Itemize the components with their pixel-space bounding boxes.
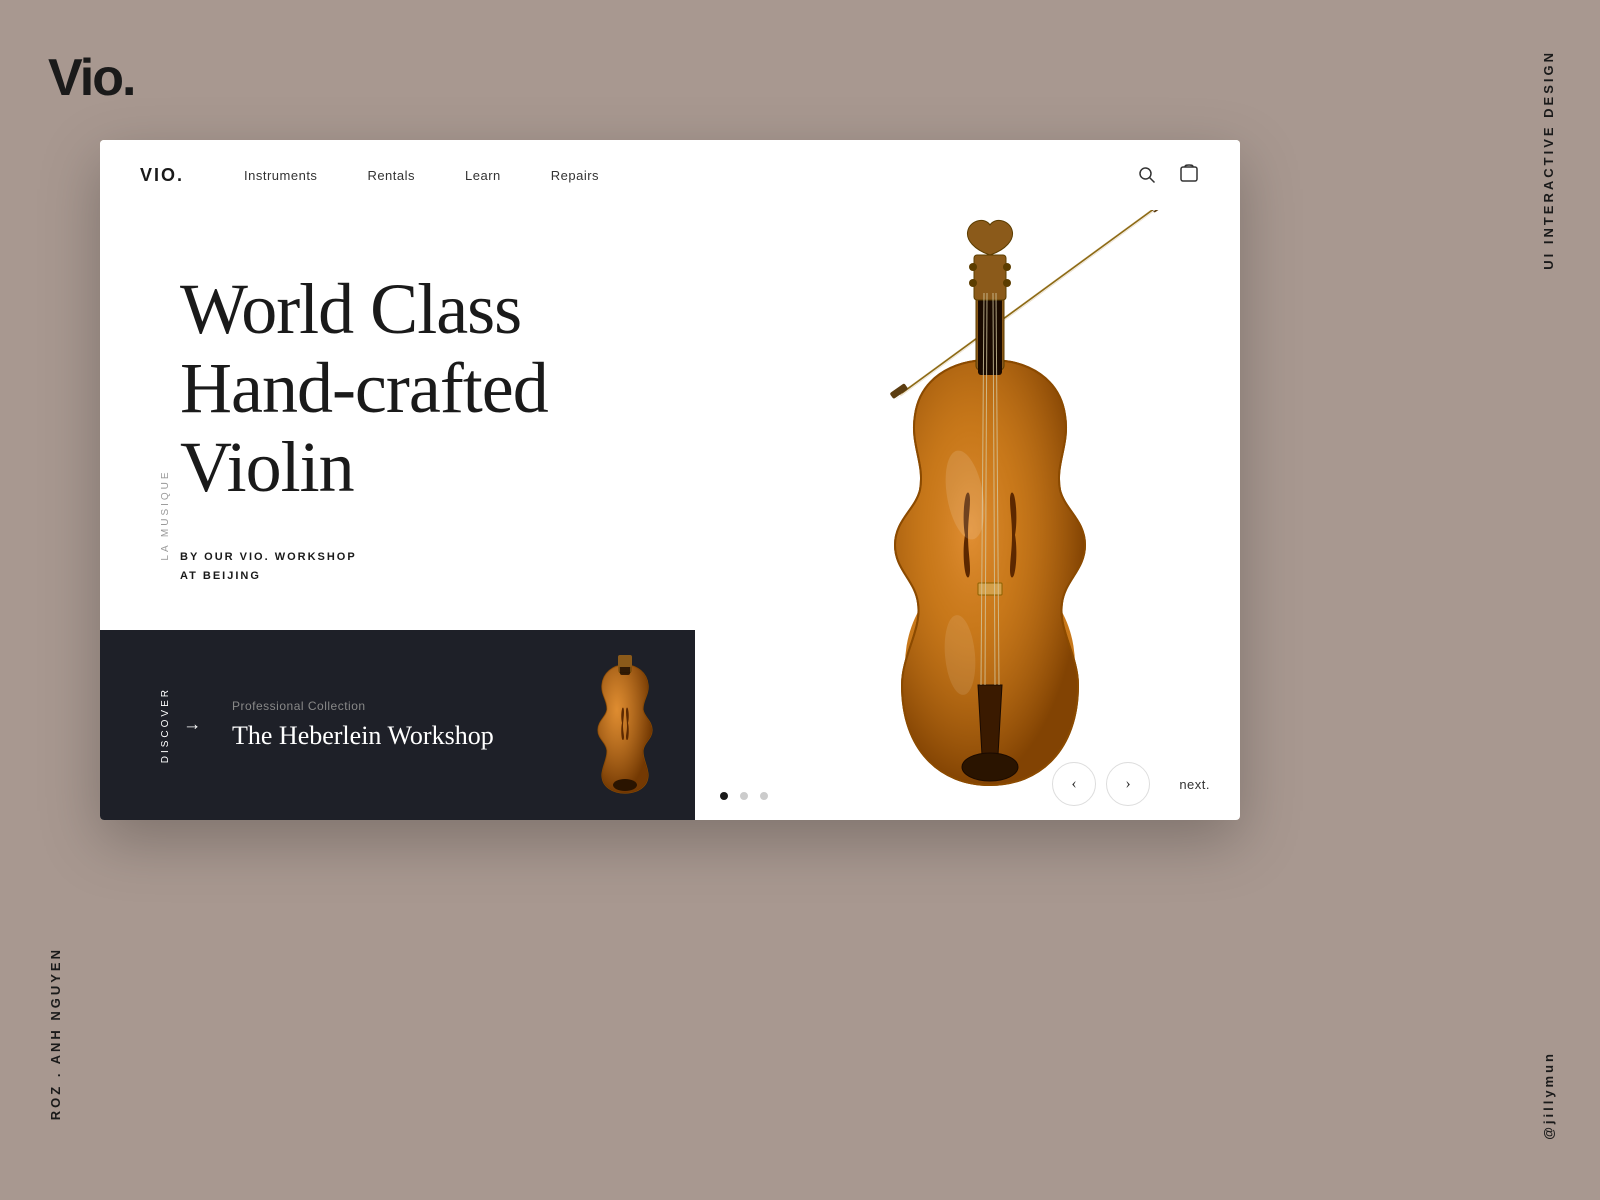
nav-icons xyxy=(1136,164,1200,186)
nav-logo[interactable]: VIO. xyxy=(140,165,184,186)
outer-social-label: @jillymun xyxy=(1541,1051,1556,1140)
cart-icon[interactable] xyxy=(1178,164,1200,186)
nav-link-learn[interactable]: Learn xyxy=(465,168,501,183)
panel-violin-image xyxy=(585,655,665,795)
discover-arrow-icon[interactable]: ↓ xyxy=(181,719,202,731)
pagination-dot-1[interactable] xyxy=(720,792,728,800)
discover-section: DISCOVER ↓ xyxy=(160,687,202,763)
outer-author-label: ROZ . ANH NGUYEN xyxy=(48,947,63,1120)
nav-links: Instruments Rentals Learn Repairs xyxy=(244,168,1136,183)
nav-link-rentals[interactable]: Rentals xyxy=(367,168,415,183)
outer-interactive-label: UI INTERACTIVE DESIGN xyxy=(1541,50,1556,270)
hero-subtitle: BY OUR VIO. WORKSHOP at Beijing xyxy=(180,548,548,588)
next-label: next. xyxy=(1179,777,1210,792)
browser-window: VIO. Instruments Rentals Learn Repairs xyxy=(100,140,1240,820)
sidebar-label: LA MUSIQUE xyxy=(160,469,171,560)
nav-link-instruments[interactable]: Instruments xyxy=(244,168,317,183)
hero-section: World Class Hand-crafted Violin BY OUR V… xyxy=(180,270,548,587)
navigation: VIO. Instruments Rentals Learn Repairs xyxy=(100,140,1240,210)
nav-arrow-controls: ‹ › xyxy=(1052,762,1150,806)
next-button[interactable]: › xyxy=(1106,762,1150,806)
hero-title: World Class Hand-crafted Violin xyxy=(180,270,548,508)
violin-image xyxy=(740,170,1240,820)
panel-collection-label: Professional Collection xyxy=(232,699,555,713)
prev-button[interactable]: ‹ xyxy=(1052,762,1096,806)
panel-title: The Heberlein Workshop xyxy=(232,721,555,751)
discover-label: DISCOVER xyxy=(160,687,171,763)
pagination-dot-2[interactable] xyxy=(740,792,748,800)
pagination xyxy=(720,792,768,800)
search-icon[interactable] xyxy=(1136,164,1158,186)
bottom-panel: DISCOVER ↓ Professional Collection The H… xyxy=(100,630,695,820)
outer-logo: Vio. xyxy=(48,48,134,108)
pagination-dot-3[interactable] xyxy=(760,792,768,800)
main-content: LA MUSIQUE World Class Hand-crafted Viol… xyxy=(100,210,1240,820)
nav-link-repairs[interactable]: Repairs xyxy=(551,168,599,183)
panel-content: Professional Collection The Heberlein Wo… xyxy=(232,699,555,751)
